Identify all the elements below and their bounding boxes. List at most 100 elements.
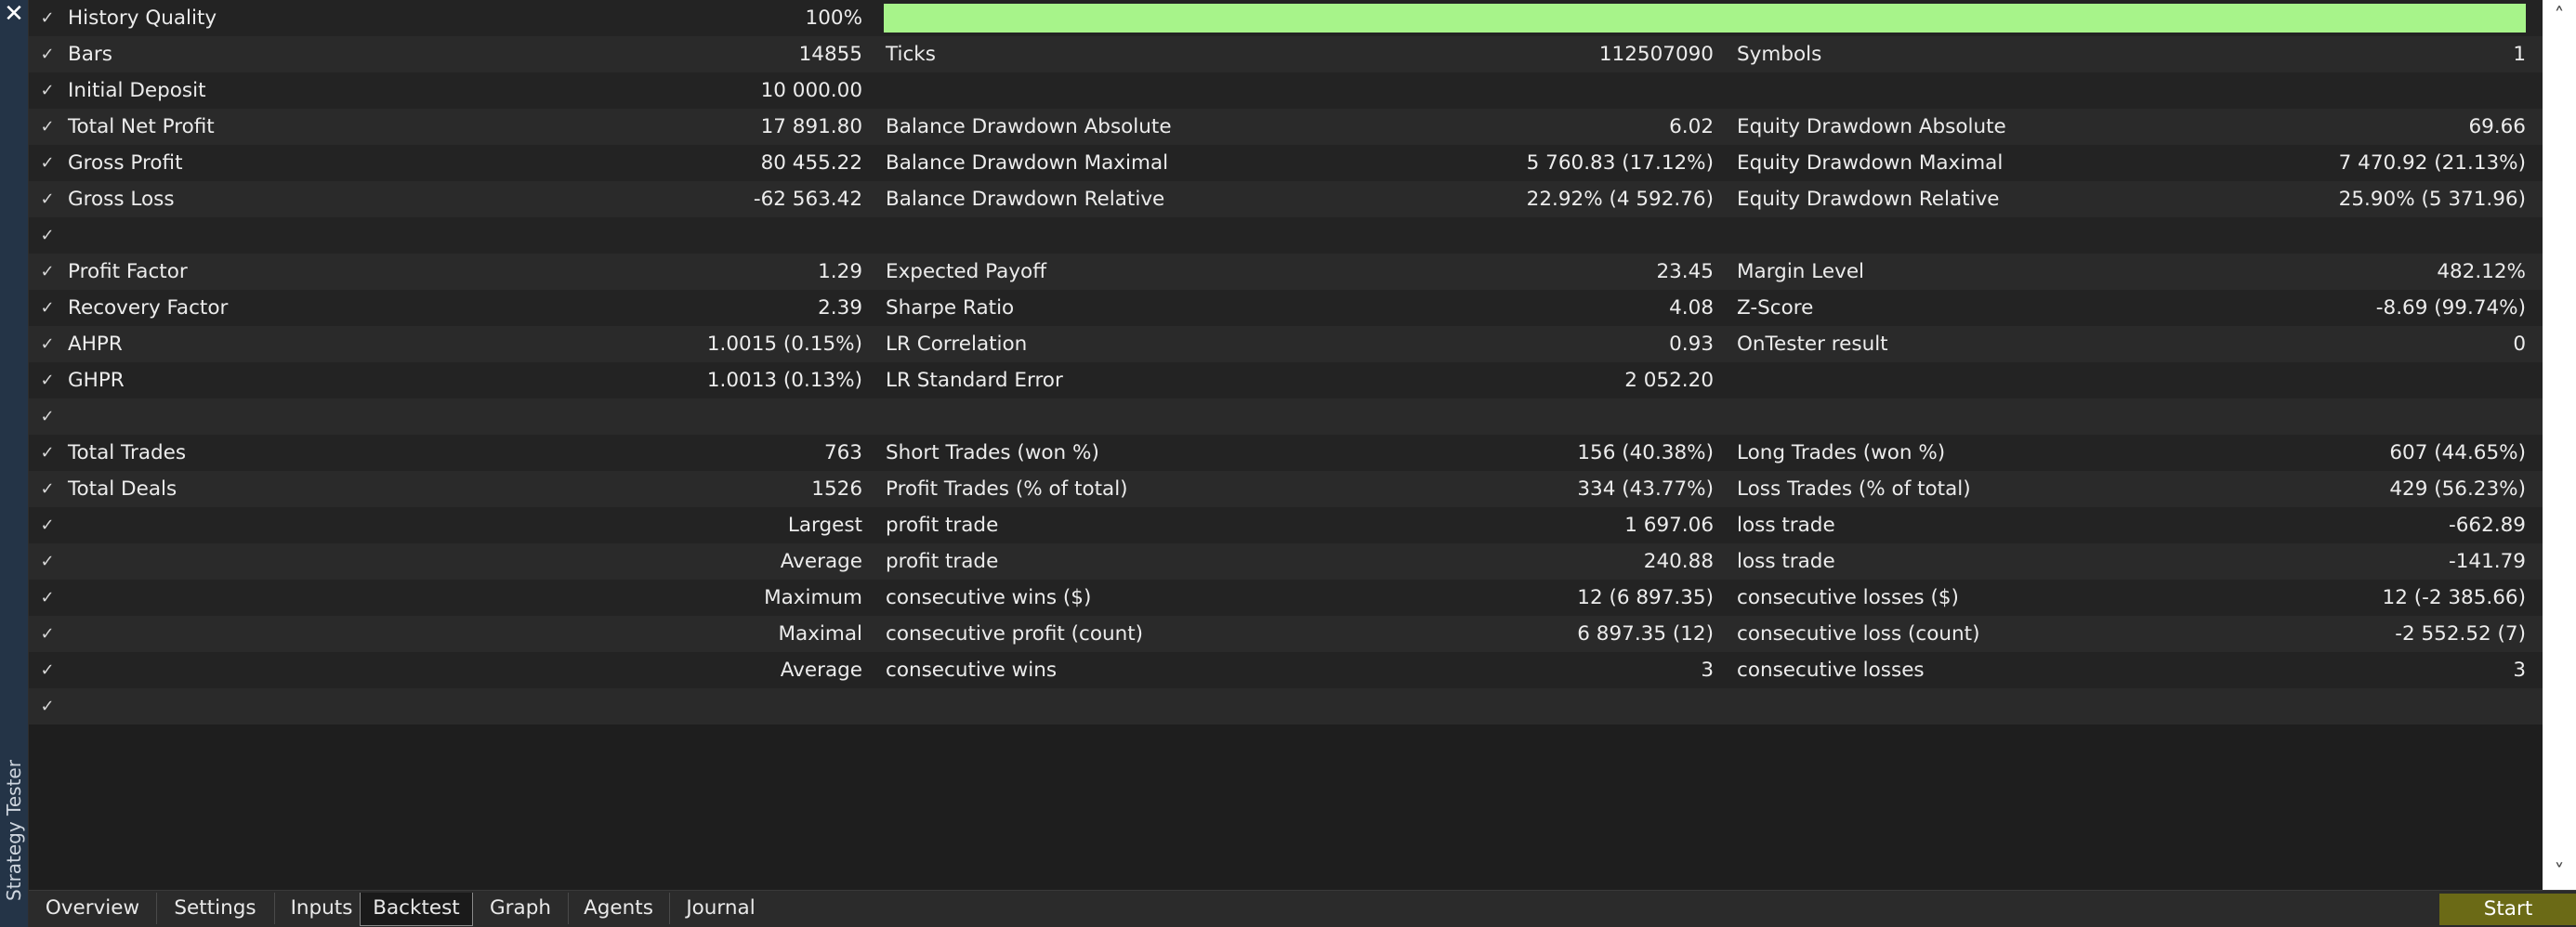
row-label: GHPR — [68, 369, 125, 392]
tab-backtest[interactable]: Backtest — [360, 893, 473, 926]
table-row-spacer: ✓ — [29, 398, 2543, 435]
table-row: ✓ Largest profit trade 1 697.06 loss tra… — [29, 507, 2543, 543]
table-row: ✓ Average consecutive wins 3 consecutive… — [29, 652, 2543, 688]
check-icon[interactable]: ✓ — [38, 652, 57, 688]
row-label: Gross Loss — [68, 188, 175, 211]
close-icon[interactable]: ✕ — [2, 0, 26, 28]
row-label: Largest — [787, 514, 862, 537]
check-icon[interactable]: ✓ — [38, 398, 57, 435]
row-label: Average — [780, 550, 862, 573]
table-row: ✓ Profit Factor 1.29 Expected Payoff 23.… — [29, 254, 2543, 290]
table-row-spacer: ✓ — [29, 688, 2543, 725]
row-value: 14855 — [798, 43, 862, 66]
row-label: Equity Drawdown Relative — [1737, 188, 2000, 211]
row-label: LR Correlation — [886, 333, 1028, 356]
table-row: ✓ AHPR 1.0015 (0.15%) LR Correlation 0.9… — [29, 326, 2543, 362]
row-value: 6 897.35 (12) — [1577, 622, 1714, 646]
strategy-tester-window: ✕ Strategy Tester ✓ History Quality 100%… — [0, 0, 2576, 927]
row-value: -62 563.42 — [753, 188, 862, 211]
row-label: Maximal — [778, 622, 862, 646]
check-icon[interactable]: ✓ — [38, 72, 57, 109]
row-label: Profit Trades (% of total) — [886, 477, 1128, 501]
row-label: profit trade — [886, 514, 999, 537]
table-row: ✓ Bars 14855 Ticks 112507090 Symbols 1 — [29, 36, 2543, 72]
row-label: loss trade — [1737, 514, 1835, 537]
check-icon[interactable]: ✓ — [38, 326, 57, 362]
row-value: 2.39 — [818, 296, 862, 320]
table-row-spacer: ✓ — [29, 217, 2543, 254]
row-value: 1 — [2513, 43, 2526, 66]
row-value: -2 552.52 (7) — [2395, 622, 2526, 646]
row-label: Total Net Profit — [68, 115, 215, 138]
row-label: Maximum — [764, 586, 862, 609]
row-label: Average — [780, 659, 862, 682]
row-value: 1.0013 (0.13%) — [706, 369, 862, 392]
row-value: -8.69 (99.74%) — [2375, 296, 2526, 320]
row-label: consecutive wins ($) — [886, 586, 1092, 609]
row-label: Short Trades (won %) — [886, 441, 1099, 464]
row-label: profit trade — [886, 550, 999, 573]
check-icon[interactable]: ✓ — [38, 688, 57, 725]
row-label: Ticks — [886, 43, 936, 66]
check-icon[interactable]: ✓ — [38, 507, 57, 543]
row-label: Total Trades — [68, 441, 187, 464]
row-value: 4.08 — [1669, 296, 1714, 320]
row-label: Initial Deposit — [68, 79, 206, 102]
row-value: 156 (40.38%) — [1577, 441, 1714, 464]
row-value: 0.93 — [1669, 333, 1714, 356]
check-icon[interactable]: ✓ — [38, 362, 57, 398]
table-row: ✓ GHPR 1.0013 (0.13%) LR Standard Error … — [29, 362, 2543, 398]
panel-title: Strategy Tester — [3, 760, 25, 901]
row-value: -662.89 — [2449, 514, 2526, 537]
row-label: History Quality — [68, 7, 217, 30]
check-icon[interactable]: ✓ — [38, 181, 57, 217]
row-value: 3 — [2513, 659, 2526, 682]
tab-agents[interactable]: Agents — [568, 893, 670, 924]
check-icon[interactable]: ✓ — [38, 616, 57, 652]
row-label: Z-Score — [1737, 296, 1814, 320]
row-value: 80 455.22 — [760, 151, 862, 175]
table-row: ✓ Average profit trade 240.88 loss trade… — [29, 543, 2543, 580]
check-icon[interactable]: ✓ — [38, 580, 57, 616]
row-label: AHPR — [68, 333, 123, 356]
row-label: consecutive loss (count) — [1737, 622, 1980, 646]
table-row: ✓ Gross Profit 80 455.22 Balance Drawdow… — [29, 145, 2543, 181]
row-value: 12 (-2 385.66) — [2382, 586, 2526, 609]
row-value: 6.02 — [1669, 115, 1714, 138]
chevron-up-icon[interactable]: ˄ — [2543, 0, 2576, 33]
check-icon[interactable]: ✓ — [38, 145, 57, 181]
row-value: 607 (44.65%) — [2389, 441, 2526, 464]
vertical-scrollbar[interactable]: ˄ ˅ — [2543, 0, 2576, 890]
row-label: Bars — [68, 43, 112, 66]
check-icon[interactable]: ✓ — [38, 435, 57, 471]
chevron-down-icon[interactable]: ˅ — [2543, 856, 2576, 890]
tab-settings[interactable]: Settings — [156, 893, 275, 924]
check-icon[interactable]: ✓ — [38, 217, 57, 254]
row-value: 100% — [805, 7, 862, 30]
tab-overview[interactable]: Overview — [29, 893, 157, 924]
table-row-history-quality: ✓ History Quality 100% — [29, 0, 2543, 36]
check-icon[interactable]: ✓ — [38, 471, 57, 507]
row-value: 1 697.06 — [1624, 514, 1714, 537]
check-icon[interactable]: ✓ — [38, 254, 57, 290]
check-icon[interactable]: ✓ — [38, 543, 57, 580]
row-label: consecutive profit (count) — [886, 622, 1144, 646]
row-label: loss trade — [1737, 550, 1835, 573]
start-button[interactable]: Start — [2439, 894, 2576, 925]
table-row: ✓ Total Trades 763 Short Trades (won %) … — [29, 435, 2543, 471]
tab-graph[interactable]: Graph — [473, 893, 569, 924]
table-row: ✓ Recovery Factor 2.39 Sharpe Ratio 4.08… — [29, 290, 2543, 326]
tab-journal[interactable]: Journal — [669, 893, 772, 924]
check-icon[interactable]: ✓ — [38, 290, 57, 326]
check-icon[interactable]: ✓ — [38, 109, 57, 145]
check-icon[interactable]: ✓ — [38, 0, 57, 36]
row-label: Margin Level — [1737, 260, 1865, 283]
row-value: 23.45 — [1656, 260, 1714, 283]
table-row: ✓ Total Deals 1526 Profit Trades (% of t… — [29, 471, 2543, 507]
check-icon[interactable]: ✓ — [38, 36, 57, 72]
tab-inputs[interactable]: Inputs — [274, 893, 370, 924]
row-value: 429 (56.23%) — [2389, 477, 2526, 501]
row-label: Total Deals — [68, 477, 177, 501]
row-value: -141.79 — [2449, 550, 2526, 573]
scrollbar-thumb[interactable] — [2548, 35, 2570, 288]
